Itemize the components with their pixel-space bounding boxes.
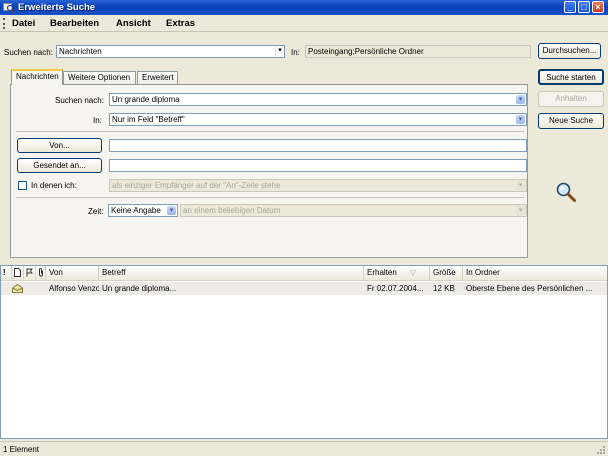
item-type-icon <box>14 268 21 277</box>
item-count: 1 Element <box>3 445 40 454</box>
sent-to-button[interactable]: Gesendet an... <box>17 158 102 173</box>
search-folders-field: Posteingang;Persönliche Ordner <box>305 45 531 58</box>
date-value: an einem beliebigen Datum <box>183 206 281 215</box>
search-folders-value: Posteingang;Persönliche Ordner <box>308 47 424 56</box>
chevron-down-icon: ▾ <box>516 95 525 104</box>
row-from: Alfonso Venzo <box>49 284 99 293</box>
browse-button[interactable]: Durchsuchen... <box>538 43 601 59</box>
chevron-down-icon: ▾ <box>516 206 525 215</box>
time-value: Keine Angabe <box>111 206 161 215</box>
sent-to-input[interactable] <box>109 159 527 172</box>
separator <box>16 197 524 198</box>
flag-icon <box>26 268 33 277</box>
chevron-down-icon: ▾ <box>275 46 284 57</box>
menu-bar: Datei Bearbeiten Ansicht Extras <box>0 15 608 32</box>
chevron-down-icon: ▾ <box>167 206 176 215</box>
close-button[interactable]: × <box>592 1 604 13</box>
time-label: Zeit: <box>88 207 104 216</box>
menu-datei[interactable]: Datei <box>12 17 35 30</box>
column-from[interactable]: Von <box>46 266 99 280</box>
column-folder[interactable]: In Ordner <box>463 266 607 280</box>
tab-nachrichten[interactable]: Nachrichten <box>11 69 63 85</box>
column-attachment[interactable] <box>36 266 46 280</box>
time-select[interactable]: Keine Angabe ▾ <box>108 204 178 217</box>
keyword-label: Suchen nach: <box>55 96 104 105</box>
column-received[interactable]: Erhalten ▽ <box>364 266 430 280</box>
menu-extras[interactable]: Extras <box>166 17 195 30</box>
column-flag[interactable] <box>24 266 36 280</box>
column-subject[interactable]: Betreff <box>99 266 364 280</box>
where-checkbox[interactable] <box>18 181 27 190</box>
row-folder: Oberste Ebene des Persönlichen ... <box>466 284 593 293</box>
tab-panel-nachrichten: Suchen nach: Un grande diploma ▾ In: Nur… <box>10 84 528 258</box>
column-received-label: Erhalten <box>367 268 397 277</box>
menu-bearbeiten[interactable]: Bearbeiten <box>50 17 99 30</box>
row-subject: Un grande diploma... <box>102 284 177 293</box>
table-row[interactable]: Alfonso Venzo Un grande diploma... Fr 02… <box>1 282 607 295</box>
field-scope-select[interactable]: Nur im Feld "Betreff" ▾ <box>109 113 527 126</box>
field-scope-value: Nur im Feld "Betreff" <box>112 115 185 124</box>
column-importance[interactable]: ! <box>1 266 12 280</box>
results-list[interactable]: ! Von Betreff Erhalten ▽ Größe In Ordner… <box>0 265 608 439</box>
minimize-button[interactable]: _ <box>564 1 576 13</box>
results-header: ! Von Betreff Erhalten ▽ Größe In Ordner <box>1 266 607 281</box>
search-in-label: In: <box>291 48 300 57</box>
stop-search-button[interactable]: Anhalten <box>538 91 604 107</box>
search-type-select[interactable]: Nachrichten ▾ <box>56 45 285 58</box>
status-bar: 1 Element <box>0 441 608 456</box>
chevron-down-icon: ▾ <box>516 115 525 124</box>
importance-icon: ! <box>3 268 6 277</box>
search-type-value: Nachrichten <box>59 47 102 56</box>
separator <box>16 131 524 132</box>
resize-grip-icon[interactable] <box>595 444 606 455</box>
window-search-icon <box>3 3 14 13</box>
row-received: Fr 02.07.2004... <box>367 284 424 293</box>
from-input[interactable] <box>109 139 527 152</box>
tab-weitere-optionen[interactable]: Weitere Optionen <box>63 71 136 85</box>
column-size[interactable]: Größe <box>430 266 463 280</box>
column-type[interactable] <box>12 266 24 280</box>
start-search-button[interactable]: Suche starten <box>538 69 604 85</box>
sort-descending-icon: ▽ <box>410 268 417 277</box>
where-select[interactable]: als einziger Empfänger auf der "An"-Zeil… <box>109 179 527 192</box>
title-bar[interactable]: Erweiterte Suche _ □ × <box>0 0 608 15</box>
attachment-icon <box>39 268 43 277</box>
envelope-open-icon <box>12 284 23 293</box>
window-title: Erweiterte Suche <box>18 2 96 13</box>
new-search-button[interactable]: Neue Suche <box>538 113 604 129</box>
where-label: In denen ich: <box>31 181 77 190</box>
from-button[interactable]: Von... <box>17 138 102 153</box>
where-value: als einziger Empfänger auf der "An"-Zeil… <box>112 181 281 190</box>
keyword-input[interactable]: Un grande diploma ▾ <box>109 93 527 106</box>
magnifier-icon <box>556 182 576 202</box>
keyword-value: Un grande diploma <box>112 95 180 104</box>
tab-erweitert[interactable]: Erweitert <box>137 71 178 85</box>
date-select[interactable]: an einem beliebigen Datum ▾ <box>180 204 527 217</box>
toolbar-grip[interactable] <box>3 18 6 29</box>
menu-ansicht[interactable]: Ansicht <box>116 17 151 30</box>
chevron-down-icon: ▾ <box>516 181 525 190</box>
maximize-button[interactable]: □ <box>578 1 590 13</box>
search-type-label: Suchen nach: <box>4 48 53 57</box>
field-scope-label: In: <box>93 116 102 125</box>
row-size: 12 KB <box>433 284 455 293</box>
